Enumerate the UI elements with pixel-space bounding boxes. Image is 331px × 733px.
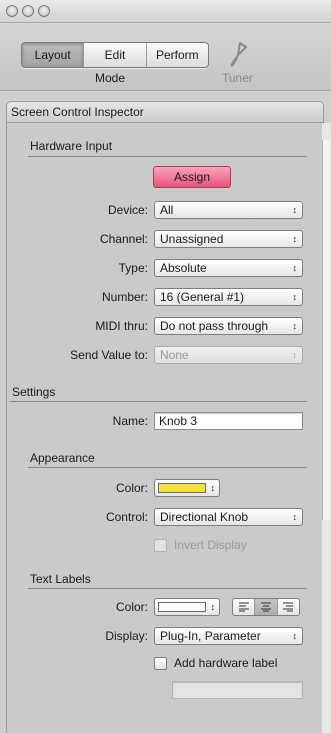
name-label: Name: — [112, 414, 148, 428]
popup-arrows-icon: ↕ — [210, 602, 216, 612]
tuner-label: Tuner — [222, 71, 253, 85]
section-divider — [10, 401, 307, 402]
popup-arrows-icon: ↕ — [292, 321, 298, 331]
midi-thru-value: Do not pass through — [160, 319, 269, 333]
popup-arrows-icon: ↕ — [292, 631, 298, 641]
channel-value: Unassigned — [160, 232, 224, 246]
zoom-window-button[interactable] — [38, 5, 50, 17]
tab-perform[interactable]: Perform — [147, 43, 208, 67]
mode-label: Mode — [95, 71, 126, 85]
popup-arrows-icon: ↕ — [210, 483, 216, 493]
send-value-label: Send Value to: — [70, 348, 148, 362]
number-label: Number: — [101, 290, 148, 304]
color-swatch — [158, 483, 206, 493]
display-value: Plug-In, Parameter — [160, 629, 261, 643]
align-center-button[interactable] — [255, 599, 278, 615]
popup-arrows-icon: ↕ — [292, 234, 298, 244]
text-alignment-control — [232, 598, 300, 616]
invert-display-checkbox[interactable] — [154, 539, 167, 552]
channel-popup[interactable]: Unassigned ↕ — [154, 230, 303, 248]
channel-label: Channel: — [99, 232, 148, 246]
tuning-fork-icon[interactable] — [226, 37, 252, 67]
mode-segmented-control: Layout Edit Perform — [21, 42, 209, 68]
align-left-icon — [238, 602, 249, 612]
align-left-button[interactable] — [233, 599, 256, 615]
device-label: Device: — [107, 203, 148, 217]
section-title-settings: Settings — [12, 385, 56, 399]
display-label: Display: — [105, 629, 148, 643]
number-popup[interactable]: 16 (General #1) ↕ — [154, 288, 303, 306]
right-panel-scroll-area — [322, 140, 330, 520]
popup-arrows-icon: ↕ — [292, 263, 298, 273]
send-value-popup[interactable]: None ↕ — [154, 346, 303, 364]
align-right-button[interactable] — [278, 599, 299, 615]
align-center-icon — [260, 602, 271, 612]
name-field[interactable]: Knob 3 — [154, 412, 303, 430]
inspector-header: Screen Control Inspector — [6, 101, 324, 123]
midi-thru-label: MIDI thru: — [95, 319, 148, 333]
assign-button[interactable]: Assign — [153, 166, 231, 188]
section-title-appearance: Appearance — [30, 451, 95, 465]
section-title-text-labels: Text Labels — [30, 572, 91, 586]
title-bar — [0, 0, 331, 23]
section-divider — [28, 588, 307, 589]
device-popup[interactable]: All ↕ — [154, 201, 303, 219]
type-popup[interactable]: Absolute ↕ — [154, 259, 303, 277]
popup-arrows-icon: ↕ — [292, 292, 298, 302]
appearance-color-well[interactable]: ↕ — [154, 479, 220, 497]
section-divider — [28, 467, 307, 468]
popup-arrows-icon: ↕ — [292, 350, 298, 360]
appearance-color-label: Color: — [115, 481, 148, 495]
popup-arrows-icon: ↕ — [292, 205, 298, 215]
device-value: All — [160, 203, 174, 217]
text-color-label: Color: — [115, 600, 148, 614]
tab-edit[interactable]: Edit — [84, 43, 147, 67]
tab-layout[interactable]: Layout — [22, 43, 85, 67]
type-value: Absolute — [160, 261, 207, 275]
align-right-icon — [283, 602, 294, 612]
control-value: Directional Knob — [160, 510, 249, 524]
control-label: Control: — [105, 510, 148, 524]
section-divider — [28, 156, 307, 157]
display-popup[interactable]: Plug-In, Parameter ↕ — [154, 627, 303, 645]
add-hardware-label-checkbox[interactable] — [154, 657, 167, 670]
type-label: Type: — [118, 261, 148, 275]
close-window-button[interactable] — [6, 5, 18, 17]
invert-display-label: Invert Display — [174, 538, 247, 552]
hardware-label-field[interactable] — [172, 681, 303, 699]
add-hardware-label-label: Add hardware label — [174, 656, 278, 670]
color-swatch — [158, 602, 206, 612]
section-title-hardware-input: Hardware Input — [30, 139, 113, 153]
control-popup[interactable]: Directional Knob ↕ — [154, 508, 303, 526]
popup-arrows-icon: ↕ — [292, 512, 298, 522]
send-value-value: None — [160, 348, 189, 362]
text-color-well[interactable]: ↕ — [154, 598, 220, 616]
number-value: 16 (General #1) — [160, 290, 245, 304]
minimize-window-button[interactable] — [22, 5, 34, 17]
midi-thru-popup[interactable]: Do not pass through ↕ — [154, 317, 303, 335]
toolbar: Layout Edit Perform Mode Tuner — [0, 23, 331, 91]
